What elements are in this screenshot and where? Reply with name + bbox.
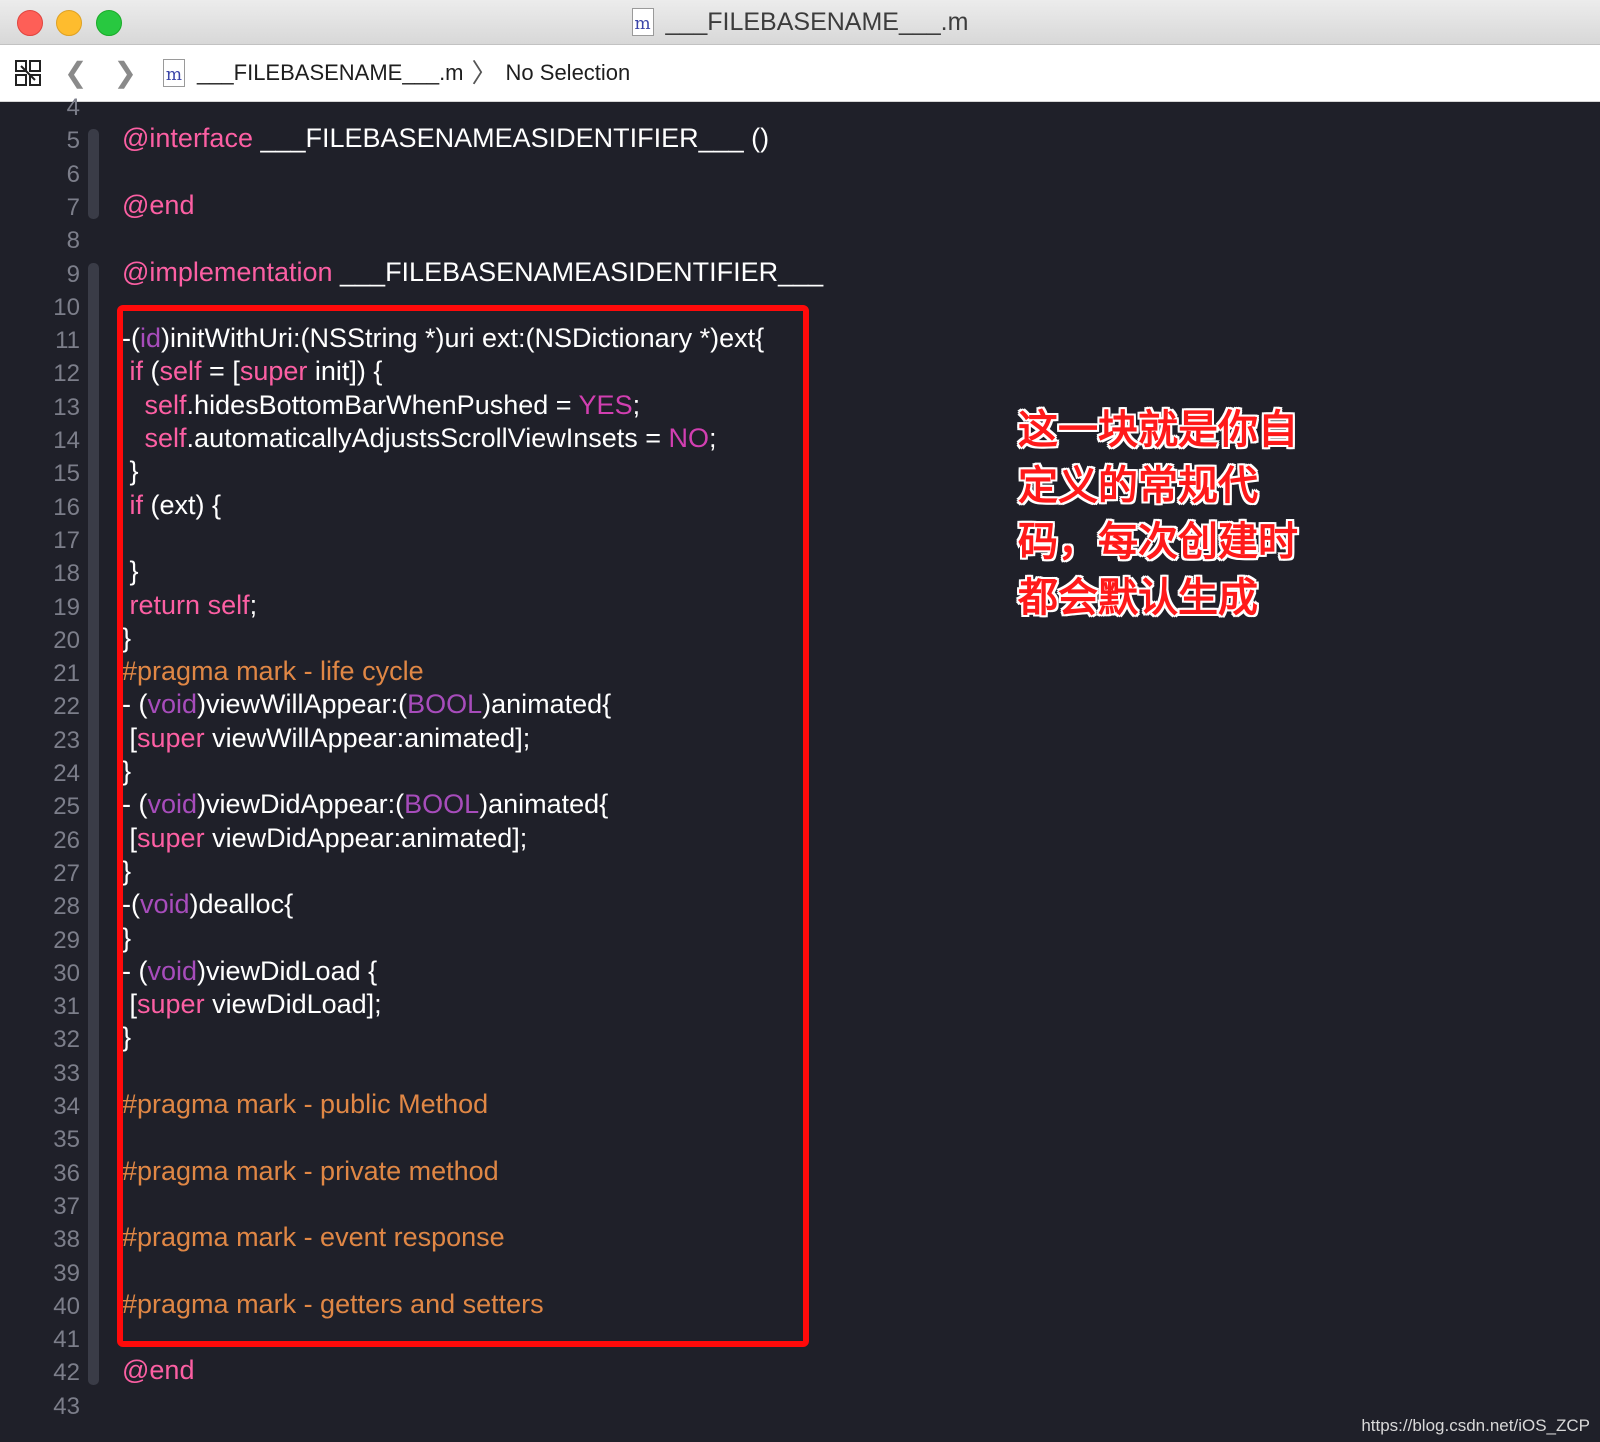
code-token: ___FILEBASENAMEASIDENTIFIER___ — [332, 256, 824, 287]
forward-chevron-icon[interactable]: ❯ — [113, 59, 136, 87]
title-bar: m ___FILEBASENAME___.m — [0, 0, 1600, 45]
back-chevron-icon[interactable]: ❮ — [64, 59, 87, 87]
code-token: @interface — [122, 123, 253, 154]
objc-file-icon: m — [631, 8, 654, 36]
window-title-text: ___FILEBASENAME___.m — [665, 7, 969, 36]
annotation-line: 这一块就是你自 — [1018, 407, 1298, 453]
code-line[interactable]: @end — [122, 190, 194, 221]
objc-file-icon: m — [162, 59, 185, 87]
xcode-window: m ___FILEBASENAME___.m ❮ ❯ m ___FILEBASE… — [0, 0, 1600, 1442]
code-line[interactable]: @implementation ___FILEBASENAMEASIDENTIF… — [122, 257, 823, 288]
annotation-note: 这一块就是你自 定义的常规代 码，每次创建时 都会默认生成 — [1018, 402, 1318, 626]
code-line[interactable]: @end — [122, 1355, 194, 1386]
window-title: m ___FILEBASENAME___.m — [0, 0, 1600, 44]
code-token: @implementation — [122, 256, 333, 287]
breadcrumb-selection[interactable]: No Selection — [506, 60, 631, 86]
code-line[interactable]: @interface ___FILEBASENAMEASIDENTIFIER__… — [122, 123, 769, 154]
source-editor[interactable]: 4 5 6 7 8 9 10 11 12 13 14 15 16 17 18 19 20 21 22 23 24 25 26… — [0, 94, 1600, 1442]
code-token: @end — [122, 1355, 195, 1386]
breadcrumb-file[interactable]: ___FILEBASENAME___.m — [197, 60, 464, 86]
watermark: https://blog.csdn.net/iOS_ZCP — [1361, 1416, 1590, 1435]
jump-bar: ❮ ❯ m ___FILEBASENAME___.m 〉 No Selectio… — [0, 45, 1600, 102]
breadcrumb-separator: 〉 — [471, 58, 498, 88]
annotation-line: 码，每次创建时 — [1018, 519, 1298, 565]
related-items-grid-icon[interactable] — [14, 59, 42, 87]
highlight-box — [117, 305, 809, 1347]
annotation-line: 都会默认生成 — [1018, 575, 1258, 621]
code-token: ___FILEBASENAMEASIDENTIFIER___ () — [252, 123, 770, 154]
annotation-line: 定义的常规代 — [1018, 463, 1258, 509]
code-token: @end — [122, 189, 195, 220]
